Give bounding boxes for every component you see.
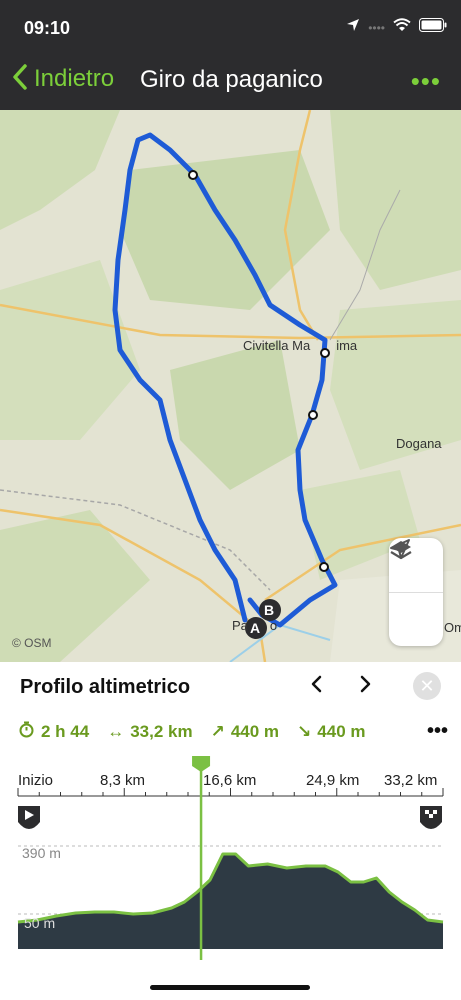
chevron-right-icon (360, 675, 371, 693)
page-title: Giro da paganico (140, 66, 323, 93)
back-button[interactable]: Indietro (12, 64, 114, 93)
stat-duration: 2 h 44 (18, 721, 89, 743)
back-label: Indietro (34, 64, 115, 92)
map-view[interactable]: B A Civitella Ma ima Dogana Pa o Om © OSM (0, 110, 461, 662)
map-label-civitella: Civitella Ma ima (243, 338, 358, 353)
marker-end[interactable]: B (264, 602, 274, 618)
elevation-area (18, 854, 443, 949)
location-arrow-icon (346, 18, 360, 37)
status-time: 09:10 (24, 18, 71, 38)
signal-dots-icon: •••• (368, 20, 385, 35)
distance-arrows-icon: ↔ (107, 721, 125, 741)
stat-ascent: ↗ 440 m (210, 721, 280, 741)
prev-button[interactable] (310, 674, 324, 700)
stopwatch-icon (18, 721, 35, 743)
y-tick-label-bottom: 50 m (24, 915, 55, 931)
y-tick-label-top: 390 m (22, 845, 61, 861)
close-icon: ✕ (419, 675, 435, 696)
position-cursor-handle (192, 756, 211, 772)
close-button[interactable]: ✕ (413, 672, 441, 700)
map-label-paganico: Pa o (232, 618, 278, 633)
map-label-om: Om (444, 620, 461, 635)
stat-descent: ↘ 440 m (297, 721, 366, 741)
map-label-dogana: Dogana (396, 436, 442, 451)
elevation-panel: Profilo altimetrico ✕ 2 h 44 ↔ 33,2 km ↗… (0, 662, 461, 1000)
chevron-left-icon (12, 64, 28, 93)
osm-attribution[interactable]: © OSM (12, 636, 52, 650)
stats-row: 2 h 44 ↔ 33,2 km ↗ 440 m ↘ 440 m ••• (18, 720, 448, 743)
panel-title: Profilo altimetrico (20, 676, 191, 698)
wifi-icon (393, 18, 411, 37)
start-flag-icon (18, 806, 40, 829)
battery-icon (419, 18, 447, 37)
next-button[interactable] (358, 674, 372, 700)
ascent-arrow-icon: ↗ (210, 721, 225, 741)
home-indicator[interactable] (150, 985, 310, 990)
top-bar: 09:10 •••• Indietro Giro da paganico ••• (0, 0, 461, 110)
locate-button[interactable] (389, 539, 443, 647)
elevation-chart[interactable]: 390 m 50 m (0, 754, 461, 964)
stat-distance: ↔ 33,2 km (107, 721, 193, 741)
chevron-left-icon (311, 675, 322, 693)
stats-more-button[interactable]: ••• (427, 720, 448, 743)
more-options-button[interactable]: ••• (411, 66, 441, 97)
descent-arrow-icon: ↘ (297, 721, 312, 741)
map-controls (389, 538, 443, 646)
status-icons: •••• (346, 18, 447, 37)
finish-flag-icon (420, 806, 442, 829)
